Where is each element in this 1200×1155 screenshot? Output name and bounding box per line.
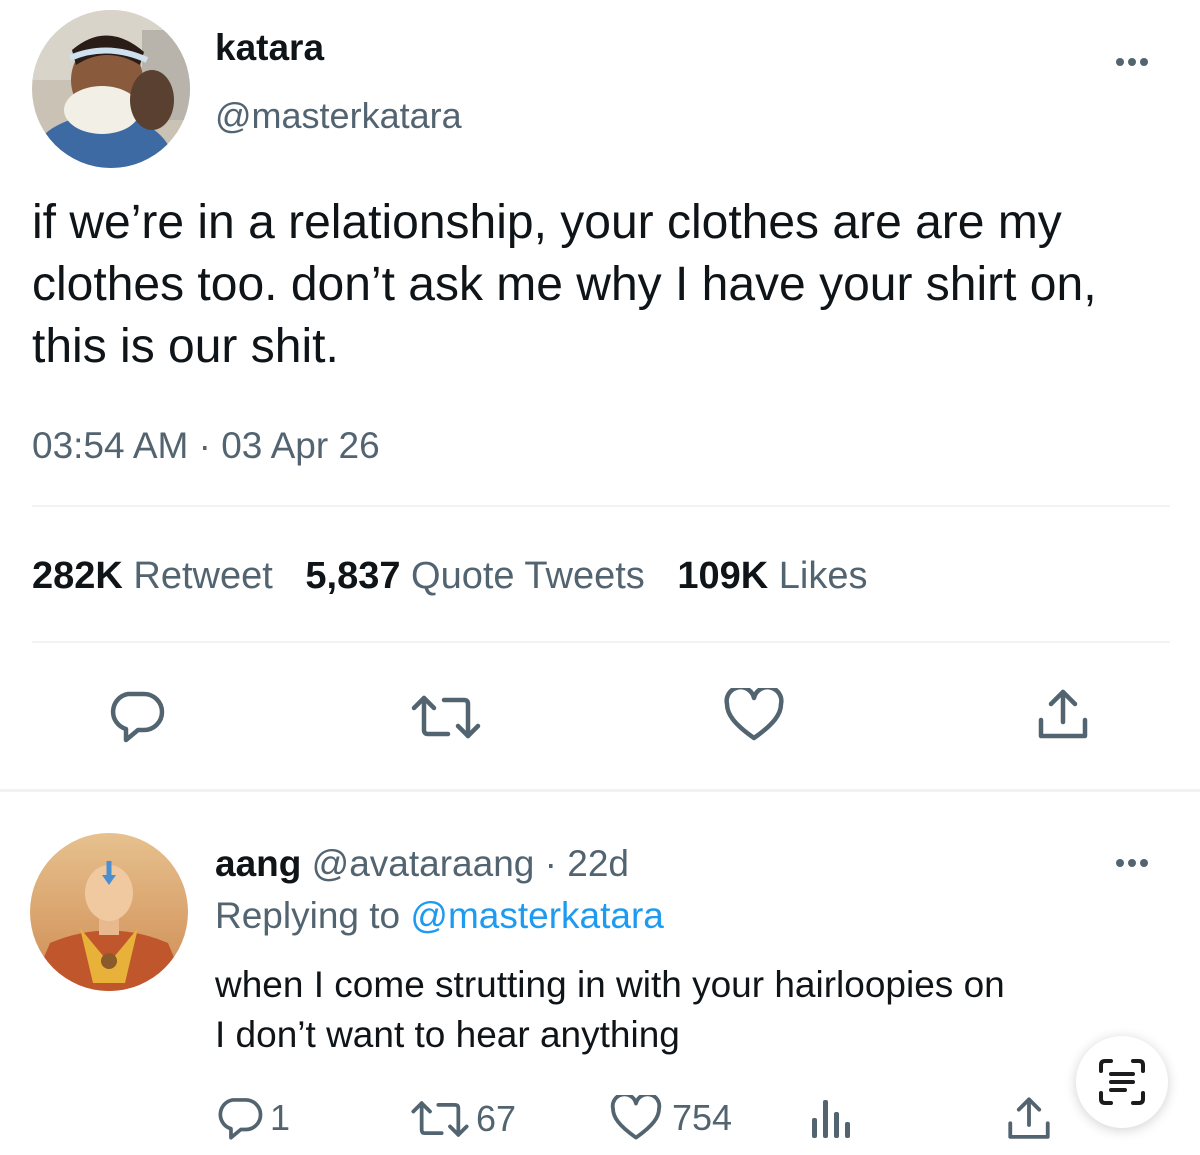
tweet-timestamp[interactable]: 03:54 AM · 03 Apr 26	[32, 424, 380, 468]
reply-reply-count: 1	[270, 1097, 291, 1138]
text-scan-icon	[1099, 1059, 1145, 1105]
reply-text-line: when I come strutting in with your hairl…	[215, 964, 1005, 1005]
author-display-name[interactable]: katara	[215, 26, 324, 70]
reply-header: aang @avataraang · 22d	[215, 842, 629, 886]
tweet-text: if we’re in a relationship, your clothes…	[32, 196, 1097, 373]
divider	[32, 505, 1170, 507]
retweet-icon	[411, 1101, 469, 1137]
reply-age[interactable]: 22d	[567, 843, 629, 884]
replying-to-handle[interactable]: @masterkatara	[410, 895, 663, 936]
reply-author-name[interactable]: aang	[215, 843, 301, 884]
retweet-label: Retweet	[133, 555, 273, 597]
retweet-count: 282K	[32, 555, 123, 597]
author-handle[interactable]: @masterkatara	[215, 94, 462, 138]
timestamp-separator: ·	[198, 425, 211, 466]
reply-text-line: I don’t want to hear anything	[215, 1014, 680, 1055]
reply-icon	[218, 1098, 263, 1140]
tweet-time: 03:54 AM	[32, 425, 189, 466]
like-icon	[610, 1095, 662, 1140]
analytics-icon[interactable]	[810, 1096, 854, 1140]
reply-like-button[interactable]: 754	[610, 1095, 732, 1141]
retweet-icon[interactable]	[410, 692, 482, 742]
reply-author-handle[interactable]: @avataraang	[312, 843, 535, 884]
tweet-stats: 282K Retweet 5,837 Quote Tweets 109K Lik…	[32, 553, 868, 599]
divider	[32, 641, 1170, 643]
share-icon[interactable]	[1036, 688, 1090, 742]
reply-reply-button[interactable]: 1	[216, 1095, 290, 1141]
likes-stat[interactable]: 109K Likes	[677, 555, 867, 597]
reply-text: when I come strutting in with your hairl…	[215, 960, 1005, 1060]
katara-avatar[interactable]	[32, 10, 190, 168]
likes-label: Likes	[778, 555, 868, 597]
quote-label: Quote Tweets	[411, 555, 645, 597]
more-options-icon[interactable]	[1114, 54, 1150, 70]
live-text-button[interactable]	[1076, 1036, 1168, 1128]
quote-stat[interactable]: 5,837 Quote Tweets	[305, 555, 655, 597]
retweet-stat[interactable]: 282K Retweet	[32, 555, 283, 597]
like-icon[interactable]	[724, 688, 784, 742]
likes-count: 109K	[677, 555, 769, 597]
reply-retweet-button[interactable]: 67	[410, 1098, 516, 1140]
aang-avatar[interactable]	[30, 833, 188, 991]
reply-retweet-count: 67	[476, 1098, 517, 1139]
reply-separator: ·	[544, 843, 557, 884]
reply-like-count: 754	[672, 1097, 733, 1138]
replying-to: Replying to @masterkatara	[215, 894, 664, 938]
reply-icon[interactable]	[108, 688, 166, 744]
tweet-date: 03 Apr 26	[221, 425, 380, 466]
replying-to-label: Replying to	[215, 895, 401, 936]
quote-count: 5,837	[305, 555, 401, 597]
reply-more-options-icon[interactable]	[1114, 855, 1150, 871]
section-divider	[0, 789, 1200, 792]
reply-share-icon[interactable]	[1006, 1096, 1052, 1142]
